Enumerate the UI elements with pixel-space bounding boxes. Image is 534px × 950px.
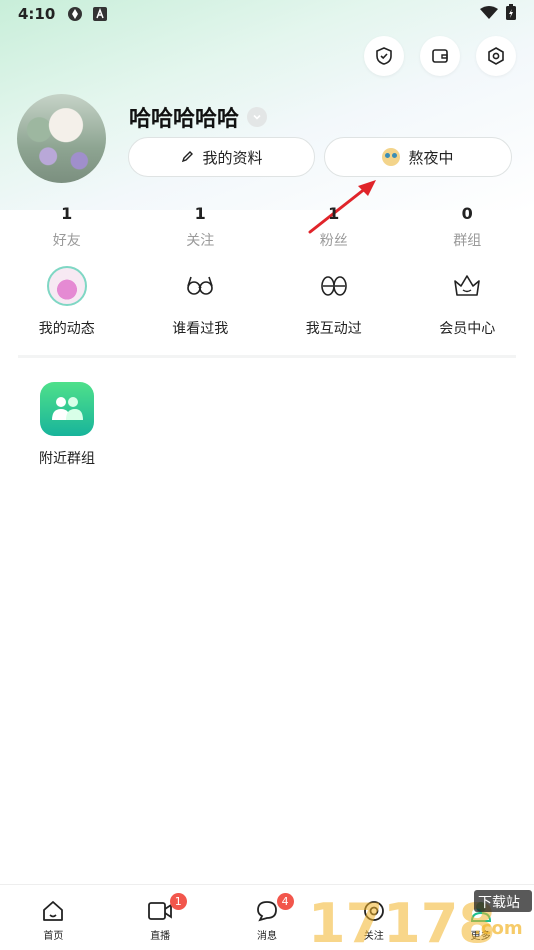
quick-label: 我互动过 xyxy=(305,321,362,337)
stat-number: 1 xyxy=(61,204,73,223)
quick-label: 我的动态 xyxy=(38,321,95,337)
stat-fans[interactable]: 1 粉丝 xyxy=(267,204,401,250)
status-bar: 4:10 xyxy=(0,0,534,28)
stat-groups[interactable]: 0 群组 xyxy=(401,204,534,250)
chevron-down-icon[interactable] xyxy=(247,107,268,127)
tab-label: 首页 xyxy=(43,931,64,942)
security-button[interactable] xyxy=(364,36,404,76)
section-divider xyxy=(18,355,516,358)
wallet-button[interactable] xyxy=(420,36,460,76)
group-icon xyxy=(40,382,94,436)
glasses-icon xyxy=(187,276,214,295)
bottom-tab-bar: 首页 1 直播 4 消息 关注 更多 xyxy=(0,884,534,950)
quick-actions: 我的动态 谁看过我 我互动过 会员中心 xyxy=(0,266,534,338)
message-icon xyxy=(257,901,277,922)
stat-label: 粉丝 xyxy=(319,233,348,249)
crown-icon xyxy=(454,275,481,296)
shield-check-icon xyxy=(376,47,392,65)
tab-more[interactable]: 更多 xyxy=(427,885,534,950)
sync-icon xyxy=(67,6,83,22)
quick-label: 谁看过我 xyxy=(172,321,229,337)
gear-icon xyxy=(488,47,504,65)
tab-live[interactable]: 1 直播 xyxy=(107,885,214,950)
tab-follow[interactable]: 关注 xyxy=(320,885,427,950)
sleepy-face-icon xyxy=(382,148,401,166)
nearby-groups-item[interactable]: 附近群组 xyxy=(32,382,102,468)
tab-messages[interactable]: 4 消息 xyxy=(214,885,321,950)
stat-label: 群组 xyxy=(453,233,482,249)
home-icon xyxy=(43,901,64,921)
eye-icon xyxy=(363,901,384,921)
person-icon xyxy=(470,902,491,922)
nearby-groups-label: 附近群组 xyxy=(39,451,95,467)
stat-following[interactable]: 1 关注 xyxy=(134,204,268,250)
avatar[interactable] xyxy=(17,94,106,183)
stat-label: 好友 xyxy=(52,233,81,249)
quick-interacted[interactable]: 我互动过 xyxy=(267,266,401,338)
pencil-icon xyxy=(182,151,194,163)
stat-friends[interactable]: 1 好友 xyxy=(0,204,134,250)
a-notification-icon xyxy=(93,7,108,21)
footprints-icon xyxy=(320,276,347,296)
tab-label: 更多 xyxy=(470,931,491,942)
status-label: 熬夜中 xyxy=(408,148,454,167)
battery-icon xyxy=(506,4,516,24)
wallet-icon xyxy=(432,49,448,63)
messages-badge: 4 xyxy=(276,893,294,910)
top-actions xyxy=(364,36,516,76)
username: 哈哈哈哈哈 xyxy=(129,101,268,133)
quick-label: 会员中心 xyxy=(439,321,496,337)
quick-who-viewed-me[interactable]: 谁看过我 xyxy=(134,266,268,338)
stat-number: 1 xyxy=(328,204,340,223)
settings-button[interactable] xyxy=(476,36,516,76)
tab-label: 消息 xyxy=(256,931,277,942)
stats-row: 1 好友 1 关注 1 粉丝 0 群组 xyxy=(0,204,534,250)
stat-number: 0 xyxy=(461,204,473,223)
wifi-icon xyxy=(480,5,498,24)
tab-label: 直播 xyxy=(150,931,171,942)
status-time: 4:10 xyxy=(18,5,56,23)
tab-home[interactable]: 首页 xyxy=(0,885,107,950)
live-badge: 1 xyxy=(169,893,187,910)
stat-label: 关注 xyxy=(186,233,215,249)
stat-number: 1 xyxy=(194,204,206,223)
my-profile-button[interactable]: 我的资料 xyxy=(128,137,315,177)
tab-label: 关注 xyxy=(363,931,384,942)
username-text: 哈哈哈哈哈 xyxy=(129,107,240,132)
my-profile-label: 我的资料 xyxy=(202,148,263,167)
dynamic-avatar-icon xyxy=(46,266,87,306)
quick-my-dynamic[interactable]: 我的动态 xyxy=(0,266,134,338)
quick-vip-center[interactable]: 会员中心 xyxy=(401,266,534,338)
